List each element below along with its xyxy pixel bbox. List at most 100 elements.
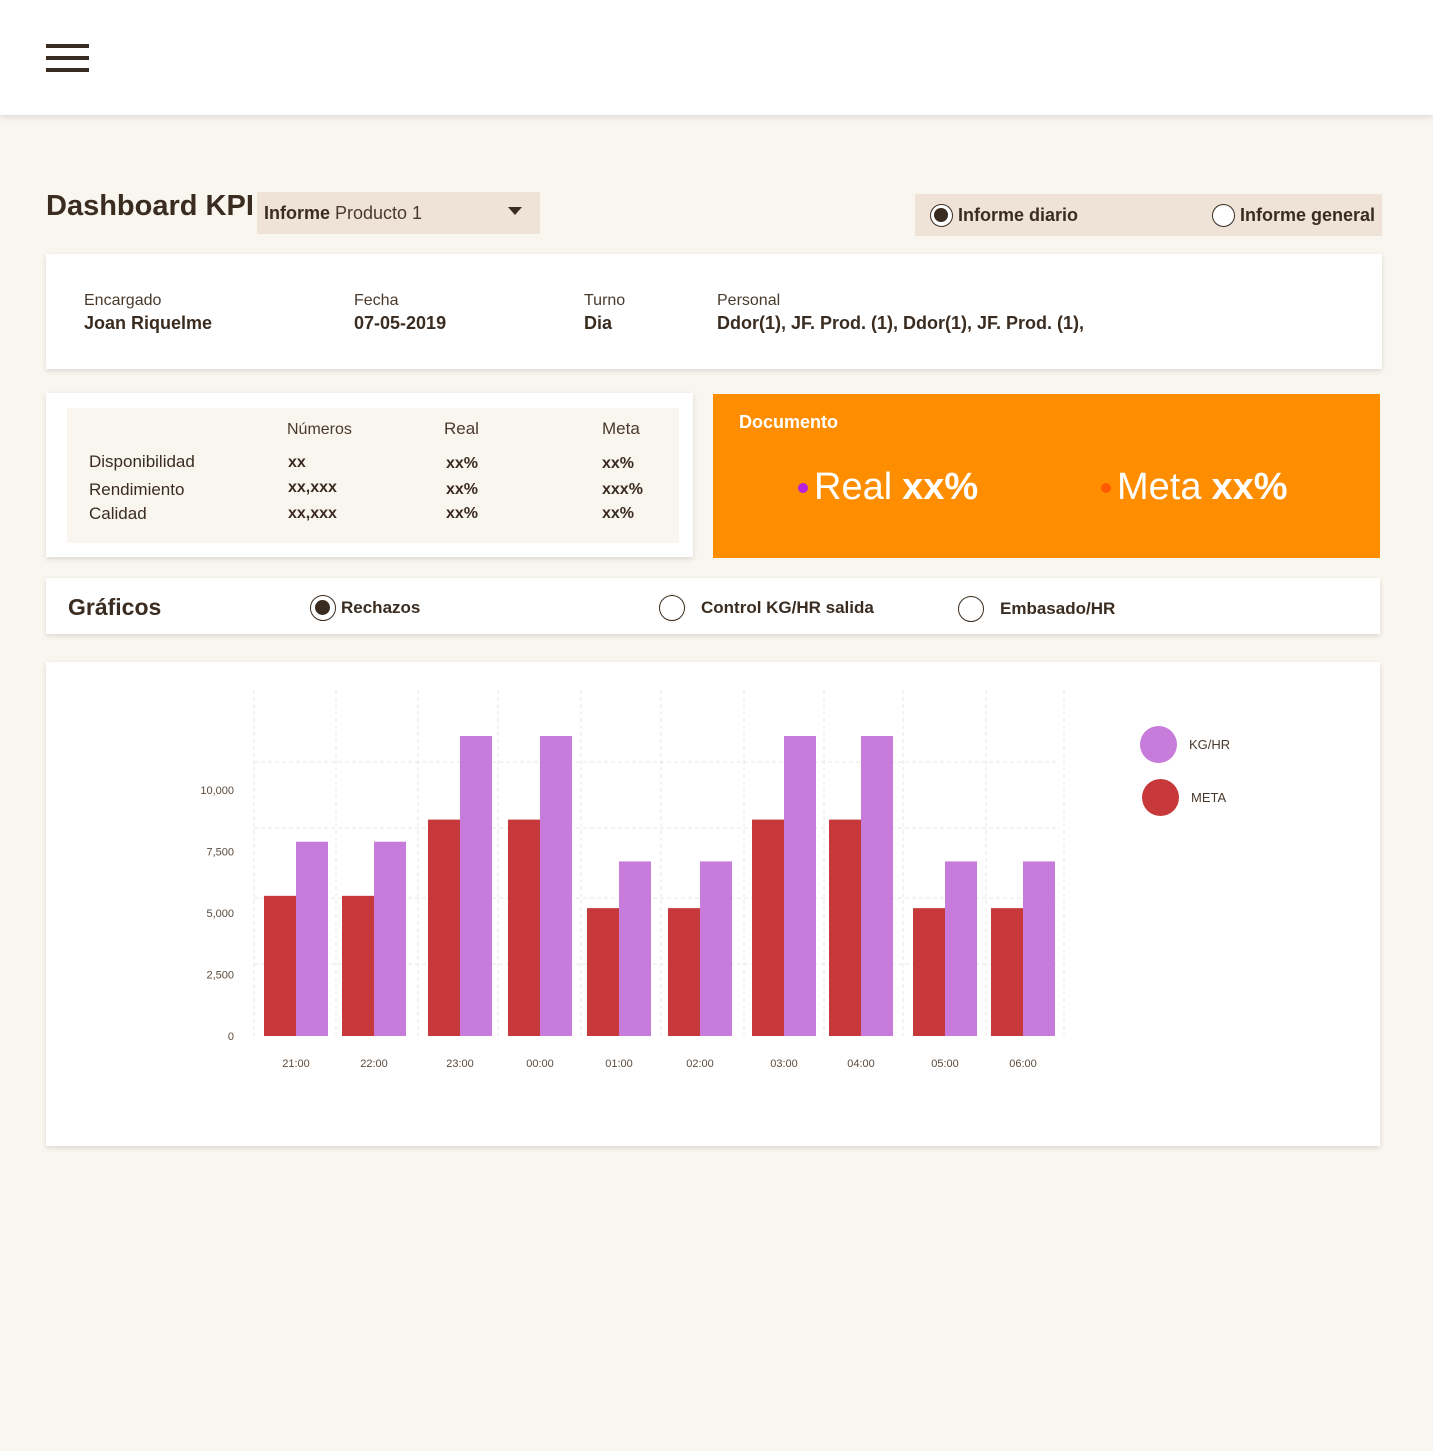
meta-label: Meta [1117,466,1202,508]
kpi-header-numeros: Números [287,421,352,438]
kpi-cell-meta: xx% [602,505,635,522]
kpi-cell-meta: xxx% [602,481,643,498]
kpi-cell-numeros: xx,xxx [288,479,337,496]
radio-checked-icon [310,595,336,621]
x-tick-label: 21:00 [282,1058,310,1070]
meta-dot-icon [1101,482,1111,493]
radio-informe-diario[interactable]: Informe diario [930,204,1078,227]
x-tick-label: 01:00 [605,1058,633,1070]
bar-meta [991,908,1023,1036]
kpi-cell-numeros: xx [288,454,306,471]
kpi-header-meta: Meta [602,419,640,438]
x-tick-label: 23:00 [446,1058,474,1070]
real-dot-icon [798,482,808,493]
kpi-table: Números Real Meta Disponibilidad xx xx% … [67,408,679,543]
bar-kghr [540,736,572,1036]
select-bold-label: Informe [264,202,331,223]
page-title: Dashboard KPI [46,190,254,222]
hamburger-menu-icon[interactable] [46,44,89,76]
chart-card: 0 2,500 5,000 7,500 10,000 21:00 22:00 23:00 00:… [46,662,1380,1146]
radio-unchecked-icon [659,595,685,621]
info-value: Ddor(1), JF. Prod. (1), Ddor(1), JF. Pro… [717,313,1085,333]
bar-kghr [460,736,492,1036]
radio-label: Rechazos [341,598,421,617]
legend-kg-hr: KG/HR [1140,726,1230,763]
x-tick-label: 00:00 [526,1058,554,1070]
radio-label: Control KG/HR salida [701,598,874,617]
documento-real: Real xx% [798,466,978,509]
report-type-toggle: Informe diario Informe general [915,194,1382,236]
radio-label: Informe general [1240,205,1376,225]
bar-meta [508,819,540,1036]
kpi-card: Números Real Meta Disponibilidad xx xx% … [46,393,693,557]
documento-meta: Meta xx% [1101,466,1288,509]
y-tick-label: 10,000 [200,785,234,797]
report-product-select[interactable]: Informe Producto 1 [257,192,540,234]
x-tick-label: 06:00 [1009,1058,1037,1070]
radio-label: Informe diario [958,205,1079,225]
info-value: Dia [584,313,613,333]
info-label: Personal [717,292,781,309]
info-label: Fecha [354,292,399,309]
x-tick-label: 02:00 [686,1058,714,1070]
kpi-cell-meta: xx% [602,455,635,472]
bar-meta [264,895,296,1036]
radio-embasado-hr[interactable]: Embasado/HR [958,596,1115,622]
radio-checked-icon [930,204,953,227]
bar-meta [587,908,619,1036]
kpi-cell-real: xx% [446,481,479,498]
y-tick-label: 2,500 [206,970,234,982]
meta-value: xx% [1211,466,1288,508]
kpi-row-label: Rendimiento [89,480,185,499]
radio-label: Embasado/HR [1000,599,1116,618]
chevron-down-icon [508,207,522,215]
y-tick-label: 5,000 [206,908,234,920]
bar-kghr [700,861,732,1036]
y-tick-label: 0 [228,1031,234,1043]
info-label: Turno [584,292,626,309]
radio-informe-general[interactable]: Informe general [1212,204,1375,227]
info-label: Encargado [84,292,162,309]
kpi-row-label: Calidad [89,504,147,523]
kpi-header-real: Real [444,419,479,438]
info-value: Joan Riquelme [84,313,213,333]
info-value: 07-05-2019 [354,313,447,333]
x-tick-label: 04:00 [847,1058,875,1070]
radio-unchecked-icon [958,596,984,622]
legend-meta: META [1142,779,1226,816]
kpi-cell-real: xx% [446,455,479,472]
radio-unchecked-icon [1212,204,1235,227]
bar-kghr [945,861,977,1036]
bar-meta [829,819,861,1036]
bar-kghr [374,841,406,1036]
x-tick-label: 03:00 [770,1058,798,1070]
select-value: Producto 1 [335,202,423,223]
info-encargado: Encargado Joan Riquelme [84,292,212,334]
documento-card: Documento Real xx% Meta xx% [713,394,1380,558]
radio-control-kg-hr[interactable]: Control KG/HR salida [659,595,874,621]
bar-kghr [1023,861,1055,1036]
info-turno: Turno Dia [584,292,625,334]
legend-swatch [1142,779,1179,816]
legend-label: KG/HR [1189,737,1231,752]
real-label: Real [814,466,893,508]
bar-kghr [619,861,651,1036]
kpi-cell-real: xx% [446,505,479,522]
bar-meta [752,819,784,1036]
radio-rechazos[interactable]: Rechazos [310,595,420,621]
legend-label: META [1191,790,1227,805]
info-card: Encargado Joan Riquelme Fecha 07-05-2019… [46,254,1382,369]
kpi-row-label: Disponibilidad [89,452,195,471]
y-tick-label: 7,500 [206,847,234,859]
x-tick-label: 05:00 [931,1058,959,1070]
bar-meta [428,819,460,1036]
bar-kghr [861,736,893,1036]
kpi-cell-numeros: xx,xxx [288,505,337,522]
legend-swatch [1140,726,1177,763]
bar-kghr [784,736,816,1036]
x-tick-label: 22:00 [360,1058,388,1070]
graficos-bar: Gráficos Rechazos Control KG/HR salida E… [46,578,1380,634]
bar-meta [668,908,700,1036]
bar-meta [342,895,374,1036]
bar-kghr [296,841,328,1036]
